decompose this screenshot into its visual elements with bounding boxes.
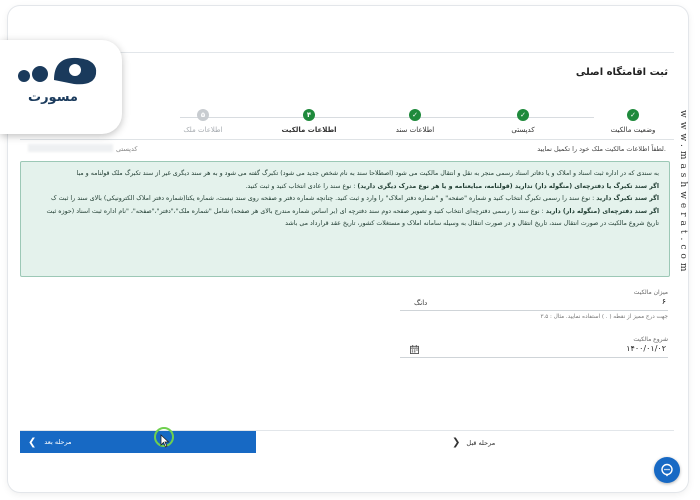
calendar-icon[interactable] xyxy=(410,345,419,354)
step-label: وضعیت مالکیت xyxy=(610,126,656,134)
previous-step-label: مرحله قبل xyxy=(466,438,496,447)
step-number: ۴ xyxy=(303,109,315,121)
info-line: اگر سند دفترچه‌ای (منگوله دار) دارید : ن… xyxy=(46,207,659,215)
step-ownership-status[interactable]: ✓ وضعیت مالکیت xyxy=(588,109,678,134)
hint-text: لطفاً اطلاعات مالکیت ملک خود را تکمیل نم… xyxy=(537,145,666,153)
step-ownership-info[interactable]: ۴ اطلاعات مالکیت xyxy=(264,109,354,134)
next-step-label: مرحله بعد xyxy=(44,438,72,446)
info-line: به سندی که در اداره ثبت اسناد و املاک و … xyxy=(76,170,659,177)
step-postal-code[interactable]: ✓ کدپستی xyxy=(478,109,568,134)
step-label: اطلاعات ملک xyxy=(183,126,223,134)
step-label: اطلاعات سند xyxy=(395,126,435,134)
support-chat-button[interactable] xyxy=(654,457,680,483)
info-line: اگر سند تکبرگ یا دفترچه‌ای (منگوله دار) … xyxy=(245,182,659,190)
next-step-button[interactable]: ❮ مرحله بعد xyxy=(20,431,256,453)
watermark: www.mashwerat.com xyxy=(678,110,688,276)
chevron-right-icon: ❯ xyxy=(452,437,461,448)
share-underline xyxy=(400,310,668,311)
cursor-icon xyxy=(160,434,170,448)
page-title: ثبت اقامتگاه اصلی xyxy=(575,67,668,78)
previous-step-button[interactable]: ❯ مرحله قبل xyxy=(452,437,495,448)
divider xyxy=(20,139,674,140)
step-number: ۵ xyxy=(197,109,209,121)
share-input[interactable]: ۶ xyxy=(662,297,666,306)
logo-text: مسورت xyxy=(28,90,78,105)
check-icon: ✓ xyxy=(517,109,529,121)
step-label: اطلاعات مالکیت xyxy=(281,126,337,134)
info-line: اگر سند تکبرگ دارید : نوع سند را رسمی تک… xyxy=(50,195,659,203)
share-unit: دانگ xyxy=(414,299,428,307)
brand-logo: مسورت xyxy=(0,40,122,134)
hint-side-label: کدپستی xyxy=(116,145,138,153)
chevron-left-icon: ❮ xyxy=(28,436,37,448)
share-help: جهت درج ممیز از نقطه ( . ) استفاده نمایی… xyxy=(540,314,668,320)
info-box: به سندی که در اداره ثبت اسناد و املاک و … xyxy=(20,161,670,277)
check-icon: ✓ xyxy=(627,109,639,121)
step-label: کدپستی xyxy=(511,126,535,134)
share-label: میزان مالکیت xyxy=(633,289,668,296)
start-date-underline xyxy=(400,357,668,358)
check-icon: ✓ xyxy=(409,109,421,121)
info-line: تاریخ شروع مالکیت در صورت انتقال سند، تا… xyxy=(285,220,659,228)
step-deed-info[interactable]: ✓ اطلاعات سند xyxy=(370,109,460,134)
start-date-input[interactable]: ۱۴۰۰/۰۱/۰۲ xyxy=(626,344,666,353)
start-date-label: شروع مالکیت xyxy=(633,336,668,343)
logo-mark xyxy=(18,57,97,85)
blurred-text xyxy=(28,144,113,152)
chat-icon xyxy=(661,463,673,477)
step-property-info[interactable]: ۵ اطلاعات ملک xyxy=(158,109,248,134)
